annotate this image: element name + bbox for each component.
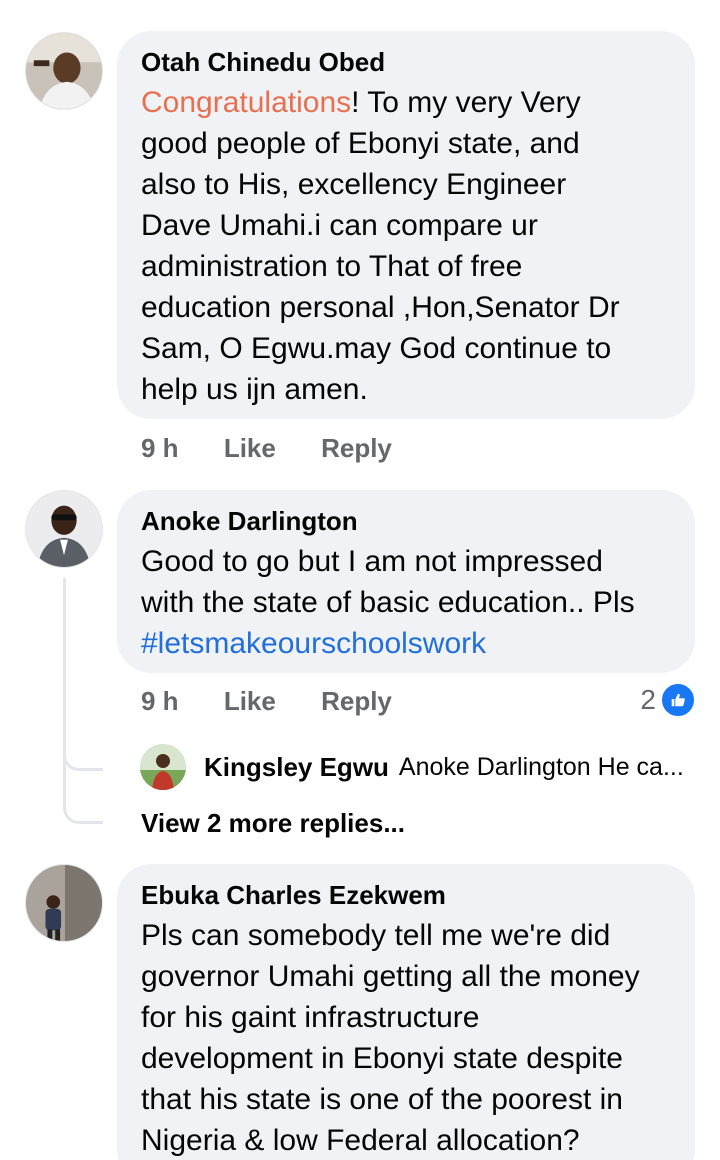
comment-text-line: development in Ebonyi state despite bbox=[141, 1042, 623, 1075]
comment-text-line: for his gaint infrastructure bbox=[141, 1001, 480, 1034]
reply-snippet: Anoke Darlington He ca... bbox=[398, 752, 684, 781]
avatar-anoke[interactable] bbox=[25, 490, 103, 568]
comment-text-line: ! To my very Very bbox=[351, 86, 581, 119]
comment-author[interactable]: Ebuka Charles Ezekwem bbox=[141, 880, 671, 910]
avatar-photo-icon bbox=[140, 744, 186, 790]
reply-button[interactable]: Reply bbox=[321, 433, 392, 463]
comment-text-line: with the state of basic education.. Pls bbox=[141, 586, 635, 619]
comment-text-line: administration to That of free bbox=[141, 250, 523, 283]
thumbs-up-icon bbox=[660, 682, 696, 718]
comment-text-line: good people of Ebonyi state, and bbox=[141, 127, 580, 160]
view-more-replies-link[interactable]: View 2 more replies... bbox=[141, 808, 405, 839]
hashtag-link[interactable]: #letsmakeourschoolswork bbox=[141, 627, 486, 660]
comments-page: Otah Chinedu Obed Congratulations! To my… bbox=[0, 0, 720, 1160]
comment-text-line: Sam, O Egwu.may God continue to bbox=[141, 332, 612, 365]
comment-text-line: Dave Umahi.i can compare ur bbox=[141, 209, 538, 242]
highlighted-word[interactable]: Congratulations bbox=[141, 86, 351, 119]
comment-text: Congratulations! To my very Very good peo… bbox=[141, 82, 671, 410]
like-button[interactable]: Like bbox=[224, 686, 276, 716]
like-button[interactable]: Like bbox=[224, 433, 276, 463]
thread-line bbox=[63, 578, 66, 754]
reply-author[interactable]: Kingsley Egwu bbox=[204, 752, 389, 783]
comment-author[interactable]: Otah Chinedu Obed bbox=[141, 47, 671, 77]
comment-text-line: governor Umahi getting all the money bbox=[141, 960, 640, 993]
comment-actions: 9 h Like Reply bbox=[141, 433, 392, 463]
avatar-photo-icon bbox=[26, 491, 102, 567]
comment-text-line: Good to go but I am not impressed bbox=[141, 545, 603, 578]
comment-text: Good to go but I am not impressed with th… bbox=[141, 541, 671, 664]
comment-text-line: Pls can somebody tell me we're did bbox=[141, 919, 611, 952]
reply-button[interactable]: Reply bbox=[321, 686, 392, 716]
comment-actions: 9 h Like Reply bbox=[141, 686, 392, 716]
comment-text-line: education personal ,Hon,Senator Dr bbox=[141, 291, 620, 324]
thread-branch bbox=[63, 806, 103, 824]
comment-text-line: also to His, excellency Engineer bbox=[141, 168, 567, 201]
comment-author[interactable]: Anoke Darlington bbox=[141, 506, 671, 536]
comment-bubble[interactable]: Anoke Darlington Good to go but I am not… bbox=[117, 490, 695, 673]
comment-timestamp[interactable]: 9 h bbox=[141, 686, 179, 716]
comment-bubble[interactable]: Otah Chinedu Obed Congratulations! To my… bbox=[117, 31, 695, 419]
comment-text-line: that his state is one of the poorest in bbox=[141, 1083, 623, 1116]
avatar-kingsley[interactable] bbox=[140, 744, 186, 790]
avatar-photo-icon bbox=[26, 865, 102, 941]
comment-text-line: Nigeria & low Federal allocation? bbox=[141, 1124, 580, 1157]
reply-preview[interactable]: Kingsley Egwu Anoke Darlington He ca... bbox=[140, 744, 684, 790]
thread-line bbox=[63, 753, 66, 811]
avatar-photo-icon bbox=[26, 33, 102, 109]
comment-text-line: help us ijn amen. bbox=[141, 373, 368, 406]
comment-timestamp[interactable]: 9 h bbox=[141, 433, 179, 463]
avatar-otah[interactable] bbox=[25, 32, 103, 110]
comment-bubble[interactable]: Ebuka Charles Ezekwem Pls can somebody t… bbox=[117, 864, 695, 1160]
avatar-ebuka[interactable] bbox=[25, 864, 103, 942]
reaction-summary[interactable]: 2 bbox=[640, 682, 696, 718]
thread-branch bbox=[63, 753, 103, 771]
reaction-count: 2 bbox=[640, 684, 656, 715]
comment-text: Pls can somebody tell me we're did govern… bbox=[141, 915, 671, 1160]
